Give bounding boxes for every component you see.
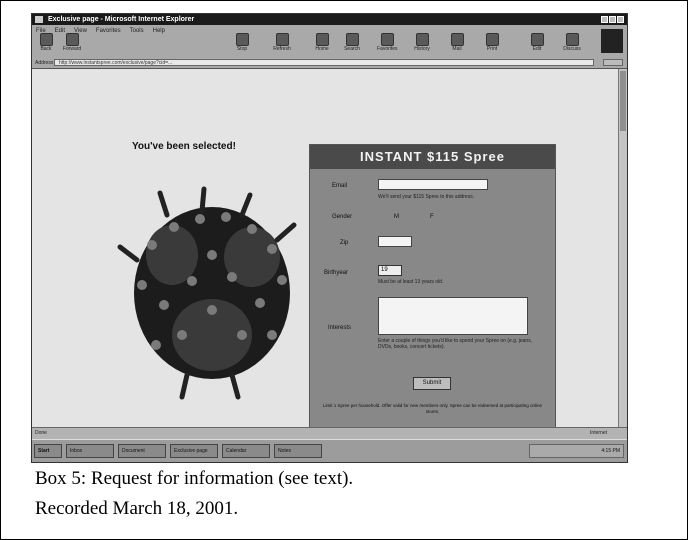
forward-button[interactable]: Forward bbox=[62, 33, 82, 53]
birthyear-hint: Must be at least 13 years old. bbox=[378, 279, 444, 285]
interests-hint: Enter a couple of things you'd like to s… bbox=[378, 338, 533, 350]
email-input[interactable] bbox=[378, 179, 488, 190]
print-icon bbox=[485, 33, 499, 46]
email-hint: We'll send your $115 Spree to this addre… bbox=[378, 194, 475, 200]
gender-label: Gender bbox=[332, 214, 353, 220]
system-tray-clock: 4:15 PM bbox=[529, 444, 624, 458]
forward-icon bbox=[65, 33, 79, 46]
page-content: You've been selected! INSTANT $115 Spree… bbox=[32, 69, 618, 444]
figure-frame: Exclusive page - Microsoft Internet Expl… bbox=[0, 0, 688, 540]
birthyear-label: Birthyear bbox=[324, 270, 349, 276]
address-input[interactable]: http://www.instantspree.com/exclusive/pa… bbox=[54, 59, 594, 66]
window-title: Exclusive page - Microsoft Internet Expl… bbox=[48, 16, 195, 23]
window-controls bbox=[601, 16, 624, 23]
stop-icon bbox=[235, 33, 249, 46]
taskbar-item[interactable]: Document bbox=[118, 444, 166, 458]
start-button[interactable]: Start bbox=[34, 444, 62, 458]
browser-screenshot: Exclusive page - Microsoft Internet Expl… bbox=[31, 13, 628, 463]
address-label: Address bbox=[35, 60, 54, 66]
minimize-button[interactable] bbox=[601, 16, 608, 23]
zip-label: Zip bbox=[340, 240, 349, 246]
back-icon bbox=[39, 33, 53, 46]
interests-label: Interests bbox=[328, 325, 352, 331]
crowd-photo bbox=[117, 186, 297, 400]
form-fine-print: Limit 1 Spree per household. Offer valid… bbox=[323, 403, 542, 414]
search-button[interactable]: Search bbox=[342, 33, 362, 53]
go-button[interactable] bbox=[603, 59, 623, 66]
address-bar: Address http://www.instantspree.com/excl… bbox=[32, 58, 627, 69]
gender-f-option[interactable]: F bbox=[430, 214, 434, 220]
search-icon bbox=[345, 33, 359, 46]
browser-toolbar: File Edit View Favorites Tools Help Back… bbox=[32, 25, 627, 59]
vertical-scrollbar[interactable] bbox=[618, 69, 627, 427]
taskbar-item[interactable]: Notes bbox=[274, 444, 322, 458]
edit-icon bbox=[530, 33, 544, 46]
gender-m-option[interactable]: M bbox=[394, 214, 399, 220]
menu-tools[interactable]: Tools bbox=[130, 27, 144, 35]
submit-button[interactable]: Submit bbox=[413, 377, 451, 390]
ie-icon bbox=[35, 16, 43, 23]
caption-line-1: Box 5: Request for information (see text… bbox=[35, 468, 354, 489]
birthyear-select[interactable]: 19 bbox=[378, 265, 402, 276]
maximize-button[interactable] bbox=[609, 16, 616, 23]
home-icon bbox=[315, 33, 329, 46]
email-label: Email bbox=[332, 183, 348, 189]
status-text: Done bbox=[35, 430, 47, 436]
zip-input[interactable] bbox=[378, 236, 412, 247]
home-button[interactable]: Home bbox=[312, 33, 332, 53]
print-button[interactable]: Print bbox=[482, 33, 502, 53]
status-bar: Done Internet bbox=[32, 427, 627, 439]
back-button[interactable]: Back bbox=[36, 33, 56, 53]
status-zone: Internet bbox=[590, 430, 607, 436]
ie-throbber-logo bbox=[601, 29, 623, 53]
favorites-icon bbox=[380, 33, 394, 46]
edit-button[interactable]: Edit bbox=[527, 33, 547, 53]
figure-caption: Box 5: Request for information (see text… bbox=[35, 464, 353, 524]
menu-help[interactable]: Help bbox=[153, 27, 165, 35]
interests-textarea[interactable] bbox=[378, 297, 528, 335]
form-header: INSTANT $115 Spree bbox=[310, 145, 555, 169]
discuss-button[interactable]: Discuss bbox=[562, 33, 582, 53]
page-headline: You've been selected! bbox=[132, 141, 236, 152]
spree-form: INSTANT $115 Spree Email We'll send your… bbox=[309, 144, 556, 428]
taskbar-item[interactable]: Calendar bbox=[222, 444, 270, 458]
refresh-button[interactable]: Refresh bbox=[272, 33, 292, 53]
history-icon bbox=[415, 33, 429, 46]
mail-button[interactable]: Mail bbox=[447, 33, 467, 53]
window-titlebar: Exclusive page - Microsoft Internet Expl… bbox=[32, 14, 627, 25]
menu-favorites[interactable]: Favorites bbox=[96, 27, 121, 35]
mail-icon bbox=[450, 33, 464, 46]
stop-button[interactable]: Stop bbox=[232, 33, 252, 53]
taskbar-item[interactable]: Inbox bbox=[66, 444, 114, 458]
form-title: INSTANT $115 Spree bbox=[360, 149, 505, 164]
discuss-icon bbox=[565, 33, 579, 46]
scrollbar-thumb[interactable] bbox=[620, 71, 626, 131]
caption-line-2: Recorded March 18, 2001. bbox=[35, 498, 239, 519]
refresh-icon bbox=[275, 33, 289, 46]
close-button[interactable] bbox=[617, 16, 624, 23]
windows-taskbar: Start Inbox Document Exclusive page Cale… bbox=[32, 439, 627, 462]
taskbar-item[interactable]: Exclusive page bbox=[170, 444, 218, 458]
history-button[interactable]: History bbox=[412, 33, 432, 53]
favorites-button[interactable]: Favorites bbox=[377, 33, 398, 53]
